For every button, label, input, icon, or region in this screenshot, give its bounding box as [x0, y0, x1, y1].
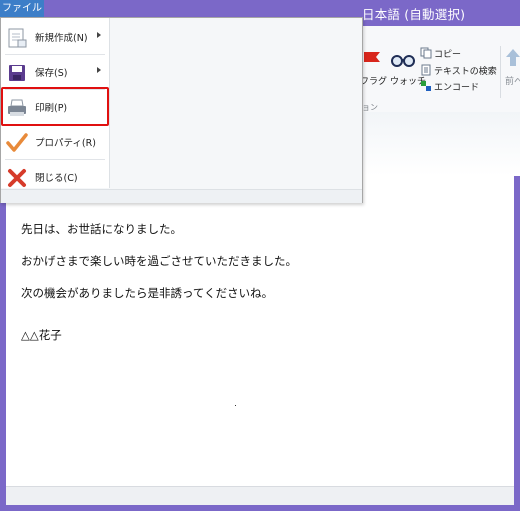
body-line-1: 先日は、お世話になりました。	[21, 222, 182, 236]
text-cursor-dot	[235, 405, 236, 406]
checkmark-icon	[6, 133, 28, 152]
menu-item-properties[interactable]: プロパティ(R)	[1, 125, 108, 159]
menu-item-new-label: 新規作成(N)	[35, 33, 88, 44]
menu-item-new[interactable]: 新規作成(N)	[1, 20, 108, 54]
ribbon-copy-button[interactable]: コピー	[420, 46, 500, 60]
file-tab[interactable]: ファイル	[0, 0, 44, 17]
copy-label: コピー	[434, 50, 462, 60]
window-border-bottom	[0, 505, 520, 511]
window-title: 日本語 (自動選択)	[362, 7, 466, 22]
ribbon-watch-button[interactable]: ウォッチ	[388, 50, 426, 94]
flag-label: フラグ	[360, 77, 388, 87]
submenu-arrow-icon	[97, 67, 101, 73]
ribbon-flag-button[interactable]: フラグ	[360, 50, 388, 94]
message-body[interactable]: 先日は、お世話になりました。 おかげさまで楽しい時を過ごさせていただきました。 …	[6, 176, 514, 482]
file-menu-footer	[1, 189, 362, 203]
encode-label: エンコード	[434, 83, 480, 93]
flag-icon	[364, 52, 380, 62]
window-border-right	[514, 176, 520, 511]
up-arrow-icon	[506, 49, 520, 66]
floppy-disk-icon	[9, 65, 25, 81]
print-highlight-frame	[1, 87, 109, 126]
signature: △△花子	[21, 328, 62, 342]
status-bar	[6, 486, 514, 506]
glasses-icon	[391, 55, 415, 67]
menu-item-properties-label: プロパティ(R)	[35, 138, 96, 149]
ribbon-divider	[500, 46, 501, 98]
submenu-arrow-icon	[97, 32, 101, 38]
ribbon-prev-button[interactable]: 前へ	[503, 46, 520, 94]
body-line-3: 次の機会がありましたら是非誘ってくださいね。	[21, 286, 274, 300]
ribbon-encode-button[interactable]: エンコード	[420, 79, 500, 93]
encode-icon	[421, 81, 431, 91]
body-line-2: おかげさまで楽しい時を過ごさせていただきました。	[21, 254, 297, 268]
menu-item-close-label: 閉じる(C)	[35, 173, 78, 184]
text-search-label: テキストの検索	[434, 67, 497, 77]
close-x-icon	[8, 169, 26, 187]
text-document-icon	[421, 64, 431, 76]
menu-item-save[interactable]: 保存(S)	[1, 55, 108, 89]
new-document-icon	[8, 28, 27, 48]
prev-label: 前へ	[505, 77, 520, 87]
menu-item-save-label: 保存(S)	[35, 68, 68, 79]
ribbon-text-search-button[interactable]: テキストの検索	[420, 63, 500, 77]
copy-icon	[420, 47, 432, 59]
